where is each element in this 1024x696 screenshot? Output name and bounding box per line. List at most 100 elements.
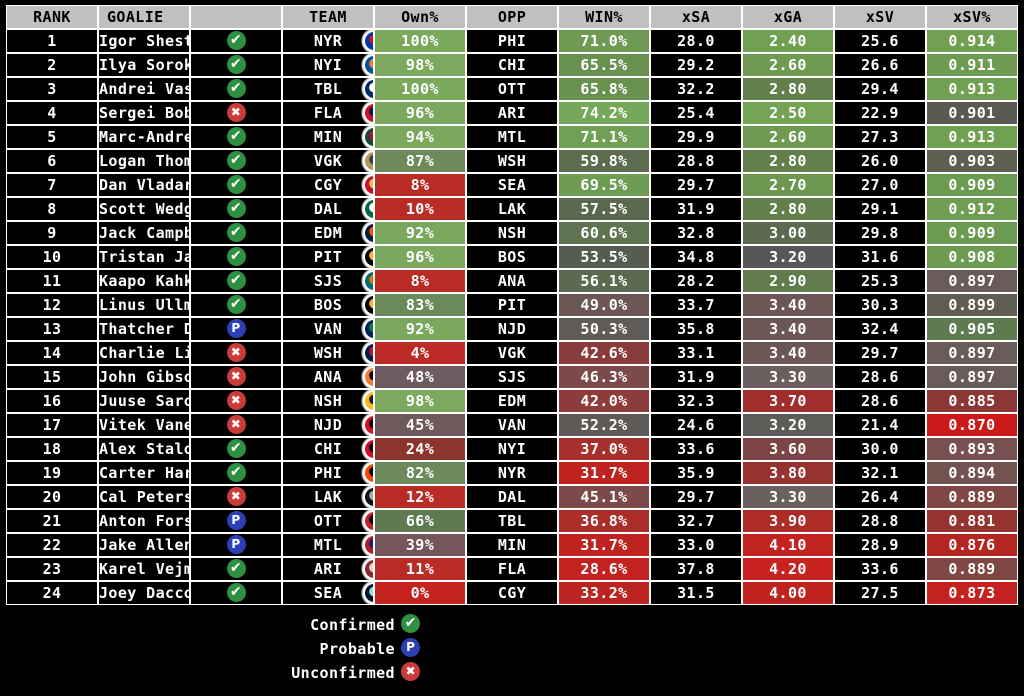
row-status-cell[interactable]: ✔ [190, 461, 282, 485]
row-status-cell[interactable]: P [190, 533, 282, 557]
table-row[interactable]: 4Sergei Bobrovsky ✖ FLA 96%ARI74.2%25.42.50… [6, 101, 1018, 125]
table-row[interactable]: 13Thatcher Demko P VAN 92%NJD50.3%35.83.403… [6, 317, 1018, 341]
row-status-cell[interactable]: ✔ [190, 437, 282, 461]
table-row[interactable]: 16Juuse Saros ✖ NSH 98%EDM42.0%32.33.7028.6… [6, 389, 1018, 413]
row-team-cell[interactable]: OTT [282, 509, 374, 533]
row-status-cell[interactable]: ✔ [190, 77, 282, 101]
row-team-cell[interactable]: WSH [282, 341, 374, 365]
table-row[interactable]: 3Andrei Vasilevskiy✔TBL100%OTT65.8%32.22… [6, 77, 1018, 101]
row-status-cell[interactable]: ✔ [190, 125, 282, 149]
row-team-cell[interactable]: SJS [282, 269, 374, 293]
row-xsv-pct: 0.889 [926, 557, 1018, 581]
table-row[interactable]: 17Vitek Vanecek ✖ NJD 45%VAN52.2%24.63.2021… [6, 413, 1018, 437]
row-rank: 13 [6, 317, 98, 341]
table-row[interactable]: 18Alex Stalock ✔ CHI 24%NYI37.0%33.63.6030.… [6, 437, 1018, 461]
row-xsv: 28.6 [834, 389, 926, 413]
row-team-cell[interactable]: SEA [282, 581, 374, 605]
column-header-goalie[interactable]: GOALIE [98, 5, 190, 29]
row-status-cell[interactable]: ✔ [190, 293, 282, 317]
row-opponent: CHI [466, 53, 558, 77]
table-row[interactable]: 5Marc-Andre Fleury ✔ MIN 94%MTL71.1%29.92.6… [6, 125, 1018, 149]
row-team-cell[interactable]: PIT [282, 245, 374, 269]
legend: Confirmed ✔ Probable P Unconfirmed ✖ [0, 612, 420, 684]
column-header-rank[interactable]: RANK [6, 5, 98, 29]
row-status-cell[interactable]: ✔ [190, 245, 282, 269]
cross-icon: ✖ [226, 343, 246, 362]
row-status-cell[interactable]: ✔ [190, 53, 282, 77]
row-team-cell[interactable]: VGK [282, 149, 374, 173]
row-status-cell[interactable]: P [190, 509, 282, 533]
table-row[interactable]: 10Tristan Jarry ✔ PIT 96%BOS53.5%34.83.2031… [6, 245, 1018, 269]
row-team-cell[interactable]: TBL [282, 77, 374, 101]
column-header-xsa[interactable]: xSA [650, 5, 742, 29]
column-header-own-pct[interactable]: Own% [374, 5, 466, 29]
table-row[interactable]: 23Karel Vejmelka ✔ ARI 11%FLA28.6%37.84.203… [6, 557, 1018, 581]
row-xsv-pct: 0.908 [926, 245, 1018, 269]
row-team-cell[interactable]: PHI [282, 461, 374, 485]
row-goalie-name: Thatcher Demko [98, 317, 190, 341]
table-row[interactable]: 2Ilya Sorokin ✔ NYI 98%CHI65.5%29.22.6026.6… [6, 53, 1018, 77]
table-row[interactable]: 15John Gibson ✖ ANA 48%SJS46.3%31.93.3028.6… [6, 365, 1018, 389]
row-rank: 24 [6, 581, 98, 605]
row-status-cell[interactable]: ✔ [190, 557, 282, 581]
row-team-cell[interactable]: NYR [282, 29, 374, 53]
row-status-cell[interactable]: ✔ [190, 29, 282, 53]
table-row[interactable]: 9Jack Campbell ✔ EDM 92%NSH60.6%32.83.0029.… [6, 221, 1018, 245]
table-row[interactable]: 11Kaapo Kahkonen ✔ SJS 8%ANA56.1%28.22.9025… [6, 269, 1018, 293]
row-team-cell[interactable]: BOS [282, 293, 374, 317]
row-status-cell[interactable]: ✖ [190, 413, 282, 437]
row-goalie-name: Sergei Bobrovsky [98, 101, 190, 125]
column-header-opp[interactable]: OPP [466, 5, 558, 29]
row-opponent: NJD [466, 317, 558, 341]
row-team-cell[interactable]: NSH [282, 389, 374, 413]
table-row[interactable]: 19Carter Hart ✔ PHI 82%NYR31.7%35.93.8032.1… [6, 461, 1018, 485]
table-row[interactable]: 21Anton Forsberg P OTT 66%TBL36.8%32.73.902… [6, 509, 1018, 533]
row-team-cell[interactable]: NJD [282, 413, 374, 437]
column-header-win-pct[interactable]: WIN% [558, 5, 650, 29]
column-header-xga[interactable]: xGA [742, 5, 834, 29]
row-status-cell[interactable]: ✔ [190, 197, 282, 221]
legend-glyph: P [406, 640, 415, 654]
row-team-cell[interactable]: ANA [282, 365, 374, 389]
row-xsa: 28.2 [650, 269, 742, 293]
table-row[interactable]: 12Linus Ullmark ✔ BOS 83%PIT49.0%33.73.4030… [6, 293, 1018, 317]
column-header-xsv-pct[interactable]: xSV% [926, 5, 1018, 29]
row-status-cell[interactable]: ✖ [190, 485, 282, 509]
row-team-cell[interactable]: LAK [282, 485, 374, 509]
column-header-team[interactable]: TEAM [282, 5, 374, 29]
row-team-cell[interactable]: ARI [282, 557, 374, 581]
row-status-cell[interactable]: ✖ [190, 365, 282, 389]
table-row[interactable]: 24Joey Daccord ✔ SEA 0%CGY33.2%31.54.0027.5… [6, 581, 1018, 605]
row-team-cell[interactable]: CHI [282, 437, 374, 461]
row-status-cell[interactable]: ✔ [190, 581, 282, 605]
table-row[interactable]: 6Logan Thompson ✔ VGK 87%WSH59.8%28.82.8026… [6, 149, 1018, 173]
row-status-cell[interactable]: ✖ [190, 389, 282, 413]
status-glyph: ✖ [230, 105, 242, 119]
table-row[interactable]: 22 Jake Allen P MTL 39% MIN 31.7% 33.0 4.10 28.9 0… [6, 533, 1018, 557]
row-team-cell[interactable]: VAN [282, 317, 374, 341]
row-team-cell[interactable]: CGY [282, 173, 374, 197]
row-status-cell[interactable]: ✖ [190, 101, 282, 125]
row-team-cell[interactable]: MTL [282, 533, 374, 557]
row-rank: 3 [6, 77, 98, 101]
table-row[interactable]: 8Scott Wedgewood ✔ DAL 10%LAK57.5%31.92.802… [6, 197, 1018, 221]
row-status-cell[interactable]: ✔ [190, 221, 282, 245]
row-status-cell[interactable]: ✔ [190, 149, 282, 173]
row-team-cell[interactable]: EDM [282, 221, 374, 245]
row-xsa: 29.7 [650, 173, 742, 197]
row-win-pct: 71.0% [558, 29, 650, 53]
row-status-cell[interactable]: P [190, 317, 282, 341]
row-status-cell[interactable]: ✔ [190, 269, 282, 293]
row-status-cell[interactable]: ✖ [190, 341, 282, 365]
table-row[interactable]: 14Charlie Lindgren ✖ WSH 4%VGK42.6%33.13.40… [6, 341, 1018, 365]
status-glyph: ✔ [229, 80, 243, 96]
table-row[interactable]: 7 Dan Vladar ✔ CGY 8% SEA 69.5% 29.7 2.70 27.0 0.9… [6, 173, 1018, 197]
column-header-xsv[interactable]: xSV [834, 5, 926, 29]
table-row[interactable]: 20Cal Petersen ✖ LAK 12%DAL45.1%29.73.3026.… [6, 485, 1018, 509]
row-team-cell[interactable]: DAL [282, 197, 374, 221]
row-status-cell[interactable]: ✔ [190, 173, 282, 197]
row-team-cell[interactable]: MIN [282, 125, 374, 149]
table-row[interactable]: 1Igor Shesterkin ✔ NYR 100%PHI71.0%28.02.40… [6, 29, 1018, 53]
row-team-cell[interactable]: FLA [282, 101, 374, 125]
row-team-cell[interactable]: NYI [282, 53, 374, 77]
